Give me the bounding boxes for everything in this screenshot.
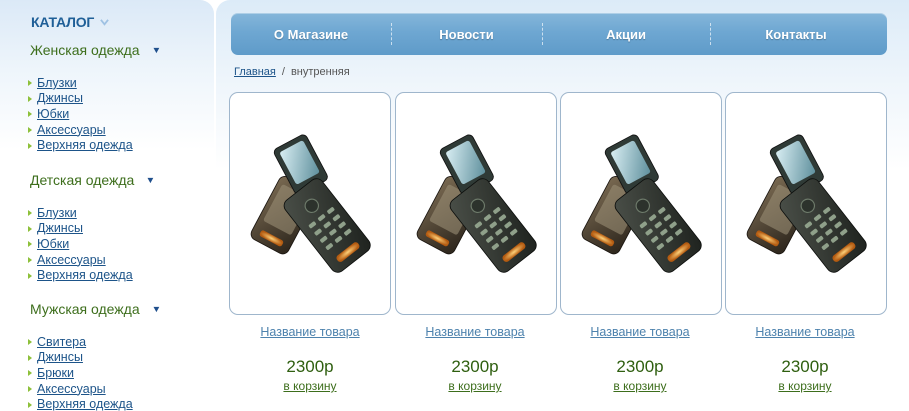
category-list: Блузки Джинсы Юбки Аксессуары Верхняя од…: [28, 205, 155, 283]
category-link[interactable]: Аксессуары: [37, 382, 106, 396]
breadcrumb: Главная / внутренняя: [234, 66, 350, 78]
category-link[interactable]: Верхняя одежда: [37, 268, 133, 282]
product-name-link[interactable]: Название товара: [229, 325, 391, 339]
list-item: Верхняя одежда: [28, 267, 155, 283]
category-kids: Детская одежда ▼ Блузки Джинсы Юбки Аксе…: [28, 171, 156, 283]
flip-phone-image: [414, 132, 540, 276]
chevron-down-icon: ▼: [151, 45, 161, 55]
list-item: Верхняя одежда: [28, 137, 160, 153]
breadcrumb-current: внутренняя: [290, 66, 350, 78]
category-link[interactable]: Свитера: [37, 335, 86, 349]
top-navigation: О Магазине Новости Акции Контакты: [231, 13, 887, 55]
category-list: Свитера Джинсы Брюки Аксессуары Верхняя …: [28, 334, 161, 411]
bullet-icon: [28, 354, 33, 361]
bullet-icon: [28, 401, 33, 408]
list-item: Юбки: [28, 236, 155, 252]
category-heading[interactable]: Мужская одежда ▼: [30, 300, 161, 318]
list-item: Джинсы: [28, 350, 161, 366]
catalog-title-label: КАТАЛОГ: [31, 14, 95, 30]
category-women: Женская одежда ▼ Блузки Джинсы Юбки Аксе…: [28, 41, 161, 153]
category-title: Детская одежда: [30, 172, 135, 188]
product-card[interactable]: [725, 92, 887, 315]
category-men: Мужская одежда ▼ Свитера Джинсы Брюки Ак…: [28, 300, 161, 411]
add-to-cart-link[interactable]: в корзину: [229, 379, 391, 393]
list-item: Джинсы: [28, 91, 160, 107]
add-to-cart-link[interactable]: в корзину: [559, 379, 721, 393]
sidebar: КАТАЛОГ Женская одежда ▼ Блузки Джинсы Ю…: [0, 0, 214, 411]
flip-phone-image: [579, 132, 705, 276]
bullet-icon: [28, 110, 33, 118]
category-link[interactable]: Аксессуары: [37, 123, 106, 137]
add-to-cart-link[interactable]: в корзину: [724, 379, 886, 393]
bullet-icon: [28, 126, 33, 134]
nav-item-news[interactable]: Новости: [391, 13, 542, 55]
category-link[interactable]: Юбки: [37, 237, 69, 251]
list-item: Аксессуары: [28, 381, 161, 397]
category-title: Мужская одежда: [30, 301, 140, 317]
list-item: Блузки: [28, 205, 155, 221]
list-item: Джинсы: [28, 221, 155, 237]
bullet-icon: [28, 95, 33, 102]
product-name-link[interactable]: Название товара: [394, 325, 556, 339]
chevron-down-icon: [100, 18, 109, 26]
category-link[interactable]: Верхняя одежда: [37, 138, 133, 152]
list-item: Аксессуары: [28, 122, 160, 138]
nav-item-about[interactable]: О Магазине: [231, 13, 391, 55]
category-link[interactable]: Джинсы: [37, 221, 83, 235]
list-item: Аксессуары: [28, 252, 155, 268]
list-item: Верхняя одежда: [28, 396, 161, 411]
category-link[interactable]: Блузки: [37, 206, 77, 220]
list-item: Блузки: [28, 75, 160, 91]
product-card[interactable]: [560, 92, 722, 315]
category-link[interactable]: Аксессуары: [37, 253, 106, 267]
nav-item-promotions[interactable]: Акции: [542, 13, 710, 55]
product-price: 2300р: [616, 357, 664, 376]
product-price: 2300р: [451, 357, 499, 376]
list-item: Брюки: [28, 365, 161, 381]
category-link[interactable]: Джинсы: [37, 350, 83, 364]
bullet-icon: [28, 142, 33, 149]
category-link[interactable]: Верхняя одежда: [37, 397, 133, 411]
product-card[interactable]: [395, 92, 557, 315]
category-heading[interactable]: Детская одежда ▼: [30, 171, 156, 189]
product-card[interactable]: [229, 92, 391, 315]
flip-phone-image: [744, 132, 870, 276]
list-item: Свитера: [28, 334, 161, 350]
bullet-icon: [28, 225, 33, 232]
product-name-link[interactable]: Название товара: [559, 325, 721, 339]
category-heading[interactable]: Женская одежда ▼: [30, 41, 161, 59]
product-name-link[interactable]: Название товара: [724, 325, 886, 339]
category-link[interactable]: Юбки: [37, 107, 69, 121]
nav-item-contacts[interactable]: Контакты: [710, 13, 882, 55]
category-link[interactable]: Джинсы: [37, 91, 83, 105]
chevron-down-icon: ▼: [145, 175, 156, 185]
category-link[interactable]: Блузки: [37, 76, 77, 90]
list-item: Юбки: [28, 106, 160, 122]
category-list: Блузки Джинсы Юбки Аксессуары Верхняя од…: [28, 75, 160, 153]
bullet-icon: [28, 79, 33, 87]
flip-phone-image: [248, 132, 374, 276]
product-price: 2300р: [781, 357, 829, 376]
breadcrumb-home[interactable]: Главная: [234, 66, 276, 78]
chevron-down-icon: ▼: [151, 304, 162, 314]
bullet-icon: [28, 385, 33, 393]
add-to-cart-link[interactable]: в корзину: [394, 379, 556, 393]
category-title: Женская одежда: [30, 42, 140, 58]
product-price: 2300р: [286, 357, 334, 376]
bullet-icon: [28, 240, 33, 248]
bullet-icon: [28, 369, 33, 377]
bullet-icon: [28, 272, 33, 279]
category-link[interactable]: Брюки: [37, 366, 74, 380]
catalog-title[interactable]: КАТАЛОГ: [31, 14, 109, 30]
bullet-icon: [28, 256, 33, 264]
bullet-icon: [28, 338, 33, 346]
bullet-icon: [28, 209, 33, 217]
breadcrumb-separator: /: [281, 66, 285, 78]
